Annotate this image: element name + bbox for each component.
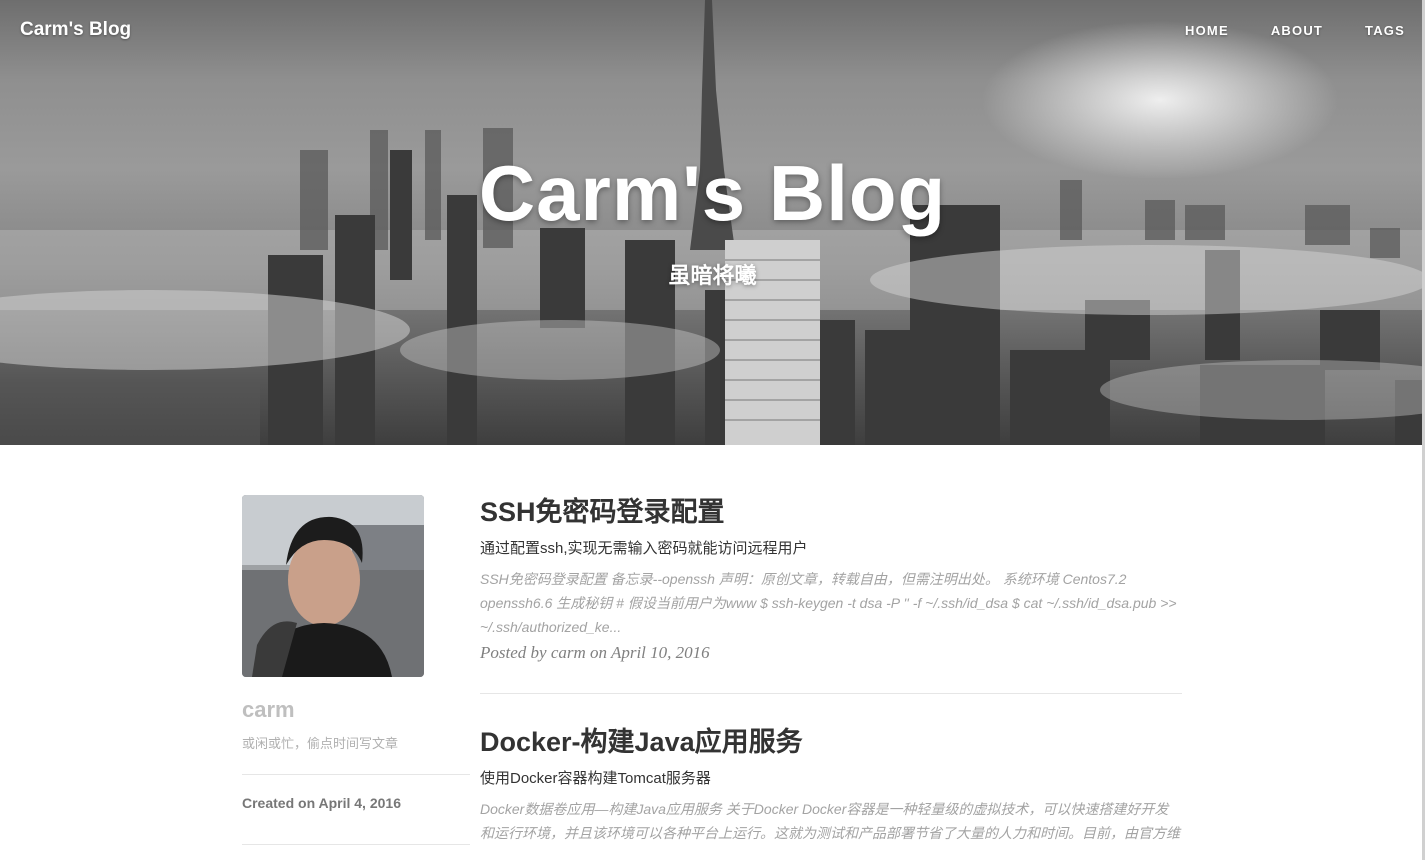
author-name[interactable]: carm [242,697,470,723]
post-excerpt[interactable]: SSH免密码登录配置 备忘录--openssh 声明：原创文章，转载自由，但需注… [480,567,1182,639]
sidebar-divider [242,774,470,775]
author-bio: 或闲或忙，偷点时间写文章 [242,736,399,751]
avatar-photo-icon [242,495,424,677]
hero-subtitle: 虽暗将曦 [668,263,757,288]
author-sidebar: carm 或闲或忙，偷点时间写文章 Created on April 4, 20… [242,495,470,845]
post-subtitle[interactable]: 通过配置ssh,实现无需输入密码就能访问远程用户 [480,538,1182,560]
top-nav: HOME ABOUT TAGS [1143,23,1405,38]
post-meta: Posted by carm on April 10, 2016 [480,643,710,662]
hero-title: Carm's Blog [478,149,947,237]
post-preview: Docker-构建Java应用服务 使用Docker容器构建Tomcat服务器 … [480,724,1182,845]
nav-brand-link[interactable]: Carm's Blog [20,19,131,41]
post-excerpt[interactable]: Docker数据卷应用—构建Java应用服务 关于Docker Docker容器… [480,797,1182,845]
nav-tags-link[interactable]: TAGS [1365,23,1405,38]
author-avatar[interactable] [242,495,424,677]
nav-about-link[interactable]: ABOUT [1271,23,1323,38]
post-title-link[interactable]: SSH免密码登录配置 [480,494,1182,530]
post-preview: SSH免密码登录配置 通过配置ssh,实现无需输入密码就能访问远程用户 SSH免… [480,494,1182,694]
nav-home-link[interactable]: HOME [1185,23,1229,38]
hero-banner: Carm's Blog HOME ABOUT TAGS Carm's Blog … [0,0,1425,445]
sidebar-divider [242,844,470,845]
post-subtitle[interactable]: 使用Docker容器构建Tomcat服务器 [480,768,1182,790]
post-divider [480,693,1182,694]
post-list: SSH免密码登录配置 通过配置ssh,实现无需输入密码就能访问远程用户 SSH免… [480,494,1182,845]
created-date: Created on April 4, 2016 [242,795,401,811]
post-title-link[interactable]: Docker-构建Java应用服务 [480,724,1182,760]
